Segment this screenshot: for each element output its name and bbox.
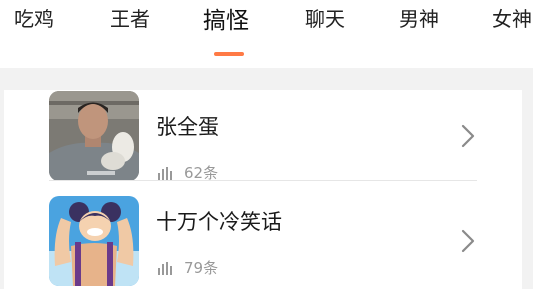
item-count-label: 79条 [184, 259, 219, 277]
item-count: 79条 [158, 258, 218, 278]
active-tab-indicator [214, 52, 244, 56]
man-in-white-gloves-photo [49, 91, 139, 181]
tab-nanshen[interactable]: 男神 [399, 4, 439, 34]
bar-chart-icon [158, 166, 172, 180]
chevron-right-icon[interactable] [459, 228, 477, 254]
item-title: 张全蛋 [156, 115, 219, 139]
category-tab-bar: 吃鸡 王者 搞怪 聊天 男神 女神 [0, 0, 533, 68]
tab-nvshen[interactable]: 女神 [492, 4, 532, 34]
tab-liaotian[interactable]: 聊天 [305, 4, 345, 34]
item-title: 十万个冷笑话 [156, 210, 282, 234]
sound-pack-list: 张全蛋 62条 十万个冷笑话 79条 [4, 90, 522, 289]
list-item[interactable]: 十万个冷笑话 79条 [4, 180, 522, 289]
list-item[interactable]: 张全蛋 62条 [4, 90, 522, 182]
tab-chiji[interactable]: 吃鸡 [14, 4, 54, 34]
tab-wangzhe[interactable]: 王者 [110, 4, 150, 34]
bar-chart-icon [158, 261, 172, 275]
item-thumbnail [49, 91, 139, 181]
chevron-right-icon[interactable] [459, 123, 477, 149]
item-thumbnail [49, 196, 139, 286]
cartoon-muscular-character [49, 196, 139, 286]
tab-gaoguai[interactable]: 搞怪 [203, 6, 249, 36]
